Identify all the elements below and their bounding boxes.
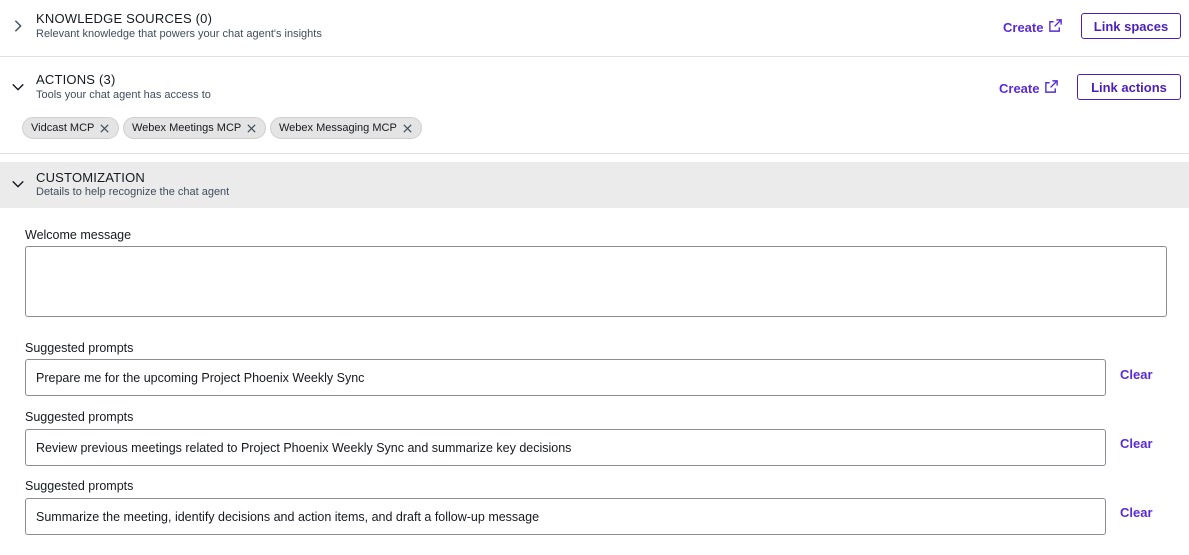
actions-create-link[interactable]: Create	[999, 79, 1059, 97]
actions-create-label: Create	[999, 80, 1040, 96]
action-chip: Webex Messaging MCP	[270, 117, 422, 139]
section-divider	[0, 153, 1189, 154]
chip-label: Webex Messaging MCP	[279, 122, 397, 134]
customization-section-header: CUSTOMIZATION Details to help recognize …	[0, 162, 1189, 208]
customization-title: CUSTOMIZATION	[36, 170, 146, 185]
action-chip: Vidcast MCP	[22, 117, 120, 139]
knowledge-sources-section: KNOWLEDGE SOURCES (0) Relevant knowledge…	[0, 0, 1189, 56]
chip-label: Webex Meetings MCP	[132, 122, 242, 134]
remove-chip-icon[interactable]	[99, 123, 110, 134]
external-link-icon	[1048, 18, 1063, 36]
remove-chip-icon[interactable]	[402, 123, 413, 134]
suggested-prompt-label: Suggested prompts	[25, 410, 134, 424]
clear-prompt-link[interactable]: Clear	[1120, 505, 1153, 520]
actions-subtitle: Tools your chat agent has access to	[36, 89, 211, 101]
actions-title: ACTIONS (3)	[36, 72, 116, 87]
suggested-prompt-input[interactable]	[25, 429, 1106, 466]
clear-prompt-link[interactable]: Clear	[1120, 436, 1153, 451]
customization-subtitle: Details to help recognize the chat agent	[36, 186, 230, 198]
chevron-right-icon[interactable]	[10, 18, 26, 34]
action-chip: Webex Meetings MCP	[123, 117, 267, 139]
link-spaces-button[interactable]: Link spaces	[1081, 13, 1181, 39]
knowledge-create-label: Create	[1003, 19, 1044, 35]
knowledge-sources-title: KNOWLEDGE SOURCES (0)	[36, 11, 213, 26]
agent-config-panel: KNOWLEDGE SOURCES (0) Relevant knowledge…	[0, 0, 1189, 555]
suggested-prompt-input[interactable]	[25, 498, 1106, 535]
knowledge-sources-subtitle: Relevant knowledge that powers your chat…	[36, 28, 322, 40]
external-link-icon	[1044, 79, 1059, 97]
remove-chip-icon[interactable]	[246, 123, 257, 134]
welcome-message-label: Welcome message	[25, 228, 132, 242]
suggested-prompt-input[interactable]	[25, 359, 1106, 396]
clear-prompt-link[interactable]: Clear	[1120, 367, 1153, 382]
chevron-down-icon[interactable]	[10, 176, 26, 192]
suggested-prompt-label: Suggested prompts	[25, 341, 134, 355]
chevron-down-icon[interactable]	[10, 79, 26, 95]
knowledge-create-link[interactable]: Create	[1003, 18, 1063, 36]
chip-label: Vidcast MCP	[31, 122, 95, 134]
suggested-prompt-label: Suggested prompts	[25, 479, 134, 493]
welcome-message-textarea[interactable]	[25, 246, 1167, 317]
link-actions-button[interactable]: Link actions	[1077, 74, 1181, 100]
